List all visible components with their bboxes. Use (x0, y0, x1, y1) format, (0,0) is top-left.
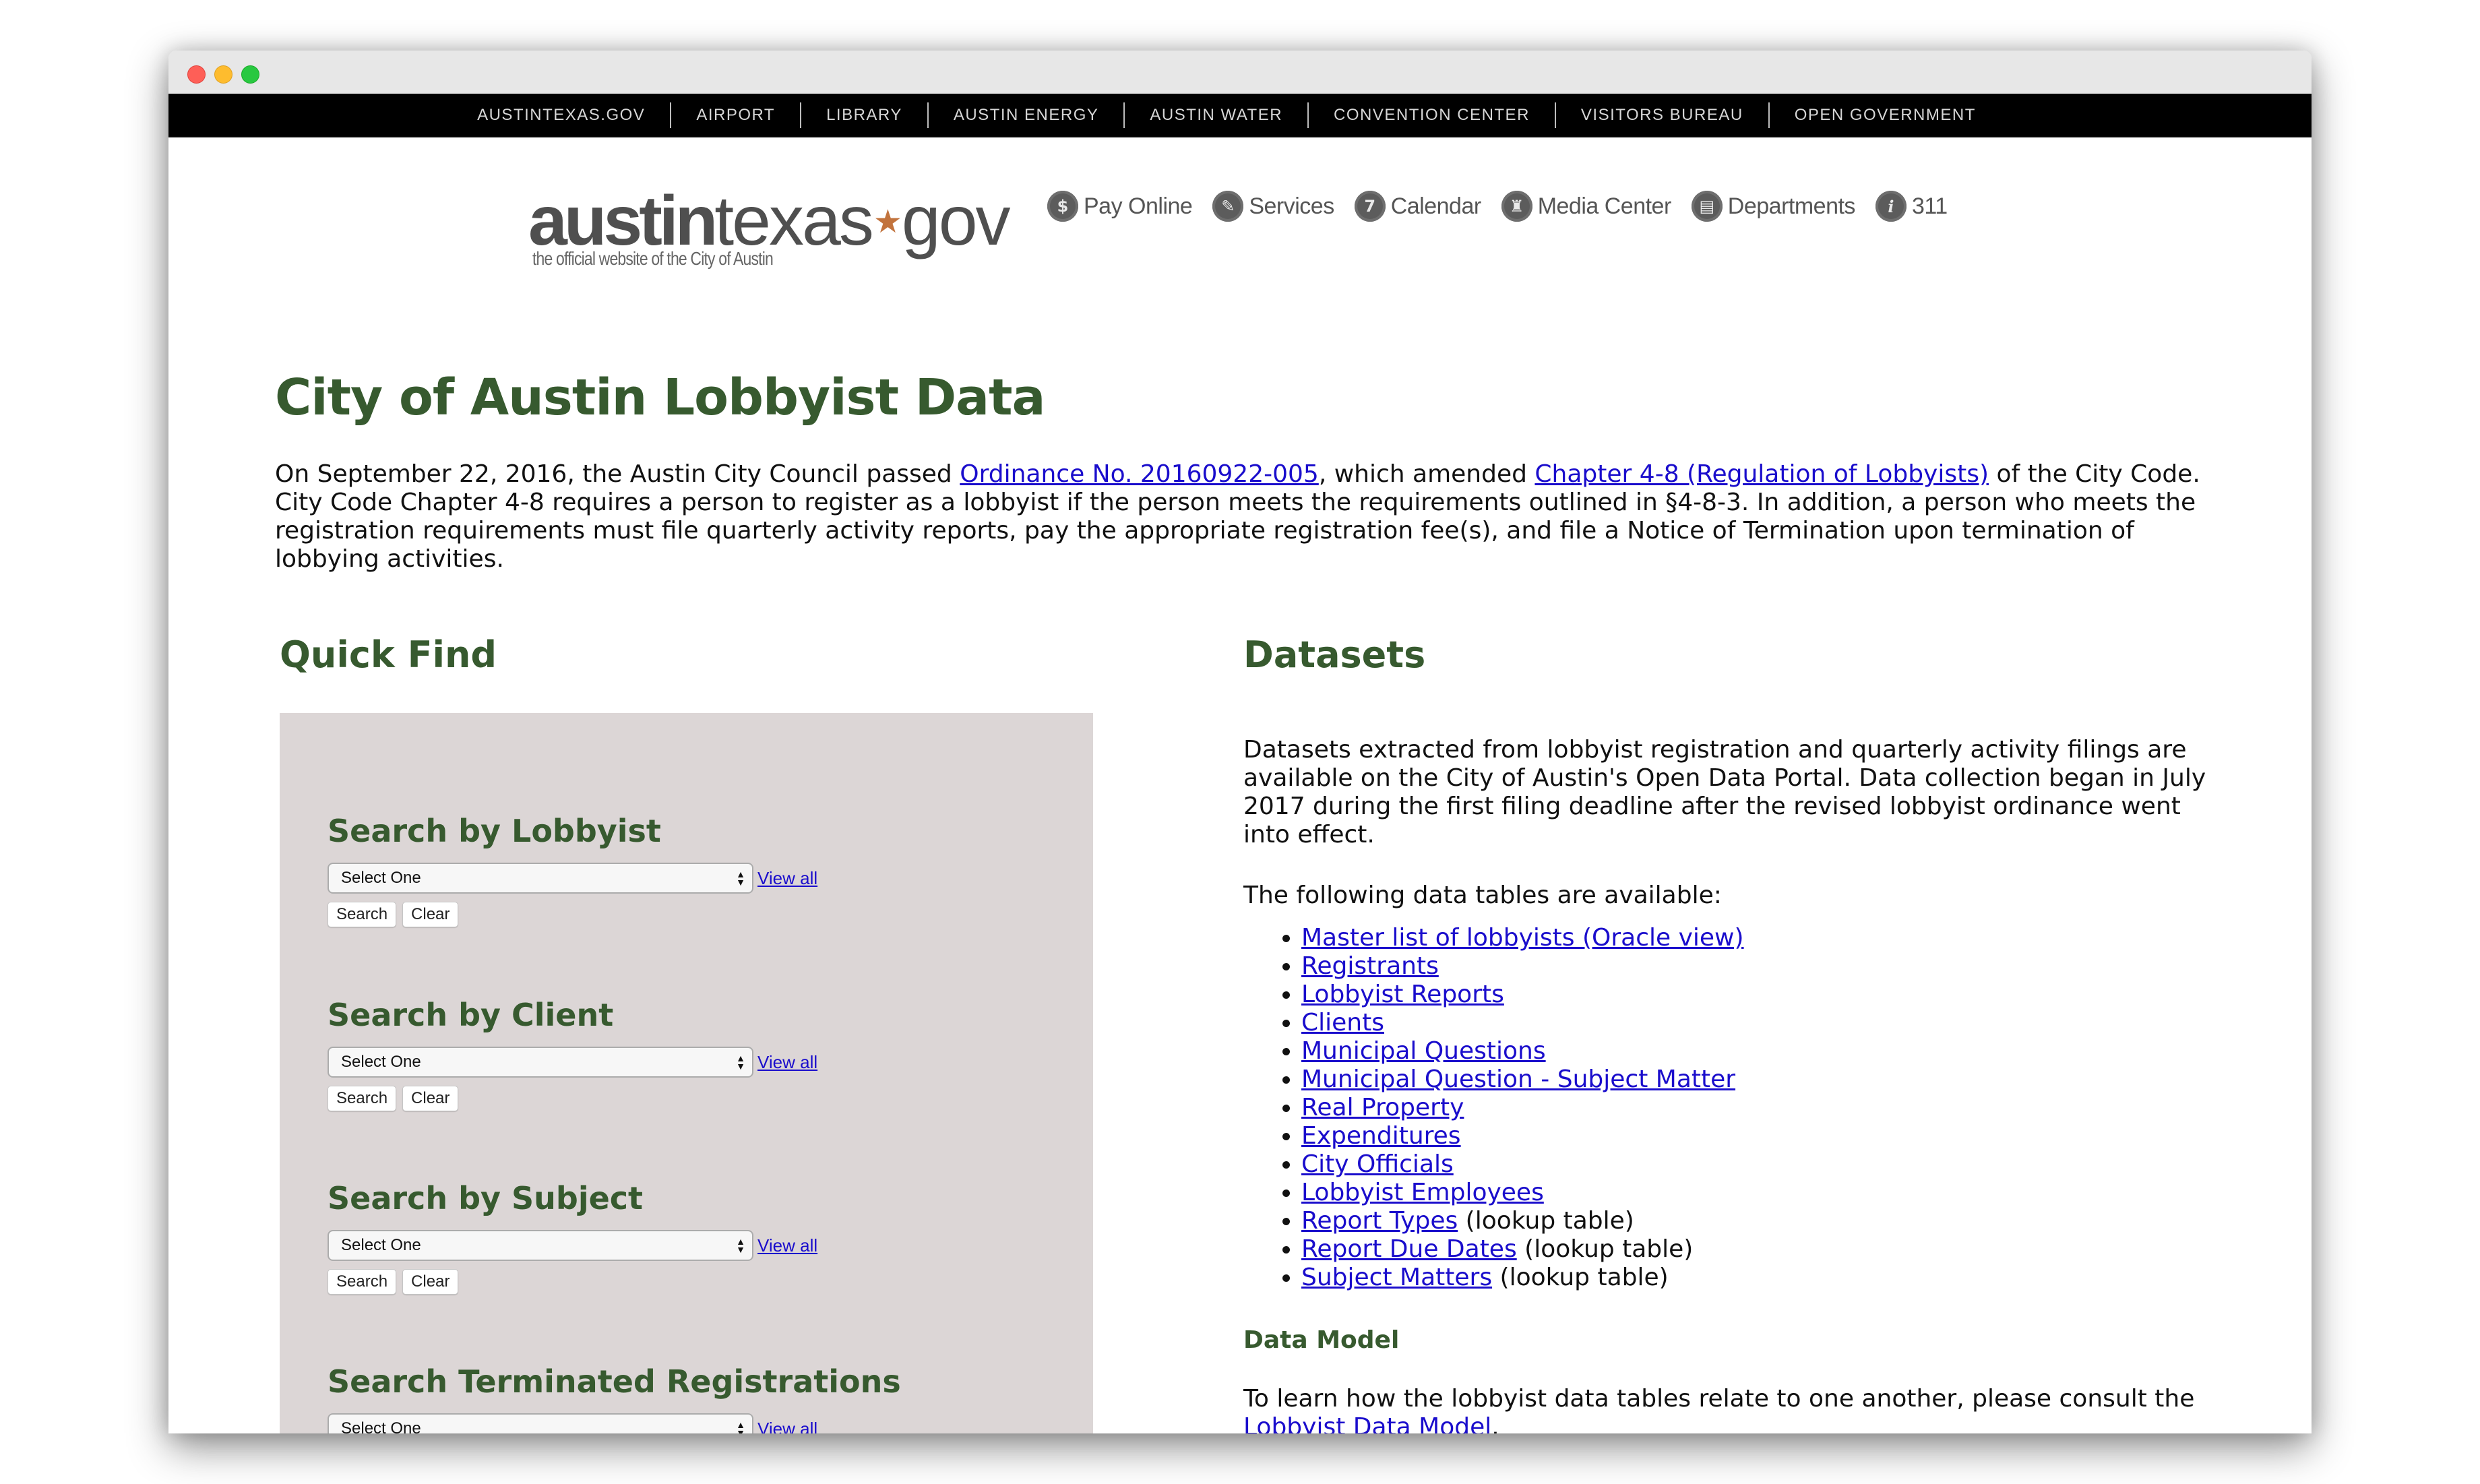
client-search-button[interactable]: Search (328, 1086, 397, 1111)
dataset-link-report-types[interactable]: Report Types (1301, 1207, 1458, 1235)
dataset-link-lobbyist-reports[interactable]: Lobbyist Reports (1301, 981, 1504, 1008)
subject-clear-button[interactable]: Clear (402, 1269, 459, 1295)
search-by-lobbyist-heading: Search by Lobbyist (328, 813, 661, 849)
lobbyist-search-button[interactable]: Search (328, 902, 397, 927)
quick-find-heading: Quick Find (280, 633, 497, 676)
subject-view-all-link[interactable]: View all (757, 1235, 817, 1256)
select-value: Select One (341, 1053, 421, 1071)
search-terminated-heading: Search Terminated Registrations (328, 1363, 901, 1400)
intro-paragraph: On September 22, 2016, the Austin City C… (275, 460, 2216, 574)
search-terminated-registrations: Search Terminated Registrations Select O… (328, 1363, 901, 1433)
data-model-suffix: . (1491, 1413, 1499, 1433)
client-select[interactable]: Select One ▲ ▼ (328, 1047, 753, 1078)
data-model-text: To learn how the lobbyist data tables re… (1243, 1385, 2195, 1413)
client-clear-button[interactable]: Clear (402, 1086, 459, 1111)
select-arrows-icon: ▲ ▼ (736, 1053, 745, 1072)
terminated-view-all-link[interactable]: View all (757, 1419, 817, 1434)
quick-find-panel: Search by Lobbyist Select One ▲ ▼ View al… (280, 713, 1093, 1433)
page-title: City of Austin Lobbyist Data (275, 369, 1045, 427)
subject-search-button[interactable]: Search (328, 1269, 397, 1295)
search-by-client-heading: Search by Client (328, 997, 614, 1033)
dataset-note: (lookup table) (1516, 1235, 1694, 1263)
lobbyist-select[interactable]: Select One ▲ ▼ (328, 863, 753, 894)
dataset-link-master-list[interactable]: Master list of lobbyists (Oracle view) (1301, 924, 1744, 952)
chapter-4-8-link[interactable]: Chapter 4-8 (Regulation of Lobbyists) (1534, 460, 1989, 488)
dataset-link-lobbyist-employees[interactable]: Lobbyist Employees (1301, 1179, 1544, 1206)
dataset-link-subject-matters[interactable]: Subject Matters (1301, 1264, 1492, 1291)
intro-text: On September 22, 2016, the Austin City C… (275, 460, 960, 488)
list-item: Report Types (lookup table) (1301, 1207, 1744, 1235)
list-item: Subject Matters (lookup table) (1301, 1264, 1744, 1292)
list-item: City Officials (1301, 1150, 1744, 1179)
subject-select[interactable]: Select One ▲ ▼ (328, 1230, 753, 1261)
main-content: City of Austin Lobbyist Data On Septembe… (168, 51, 2312, 1433)
search-by-subject: Search by Subject Select One ▲ ▼ View all… (328, 1180, 817, 1295)
list-item: Report Due Dates (lookup table) (1301, 1235, 1744, 1264)
dataset-link-city-officials[interactable]: City Officials (1301, 1150, 1454, 1178)
dataset-link-municipal-questions[interactable]: Municipal Questions (1301, 1037, 1546, 1065)
dataset-note: (lookup table) (1458, 1207, 1634, 1235)
list-item: Lobbyist Reports (1301, 981, 1744, 1009)
terminated-select[interactable]: Select One ▲ ▼ (328, 1413, 753, 1433)
select-value: Select One (341, 1419, 421, 1433)
search-by-lobbyist: Search by Lobbyist Select One ▲ ▼ View al… (328, 813, 817, 927)
list-item: Lobbyist Employees (1301, 1179, 1744, 1207)
ordinance-link[interactable]: Ordinance No. 20160922-005 (960, 460, 1319, 488)
intro-text: , which amended (1318, 460, 1535, 488)
select-arrows-icon: ▲ ▼ (736, 1419, 745, 1433)
dataset-link-real-property[interactable]: Real Property (1301, 1094, 1464, 1121)
dataset-link-report-due-dates[interactable]: Report Due Dates (1301, 1235, 1517, 1263)
search-by-client: Search by Client Select One ▲ ▼ View all … (328, 997, 817, 1111)
datasets-heading: Datasets (1243, 633, 1426, 676)
lobbyist-view-all-link[interactable]: View all (757, 868, 817, 889)
select-arrows-icon: ▲ ▼ (736, 869, 745, 888)
select-value: Select One (341, 1236, 421, 1254)
lobbyist-clear-button[interactable]: Clear (402, 902, 459, 927)
dataset-link-municipal-question-subject[interactable]: Municipal Question - Subject Matter (1301, 1065, 1735, 1093)
datasets-tables-intro: The following data tables are available: (1243, 882, 1722, 909)
search-by-subject-heading: Search by Subject (328, 1180, 644, 1216)
list-item: Clients (1301, 1009, 1744, 1037)
client-view-all-link[interactable]: View all (757, 1052, 817, 1073)
list-item: Municipal Question - Subject Matter (1301, 1065, 1744, 1094)
list-item: Municipal Questions (1301, 1037, 1744, 1065)
list-item: Master list of lobbyists (Oracle view) (1301, 924, 1744, 952)
dataset-link-registrants[interactable]: Registrants (1301, 952, 1439, 980)
list-item: Real Property (1301, 1094, 1744, 1122)
browser-window: AUSTINTEXAS.GOV AIRPORT LIBRARY AUSTIN E… (168, 51, 2312, 1433)
dataset-note: (lookup table) (1492, 1264, 1669, 1291)
dataset-link-clients[interactable]: Clients (1301, 1009, 1384, 1037)
select-arrows-icon: ▲ ▼ (736, 1236, 745, 1255)
data-model-heading: Data Model (1243, 1326, 1400, 1354)
list-item: Registrants (1301, 952, 1744, 981)
lobbyist-data-model-link[interactable]: Lobbyist Data Model (1243, 1413, 1491, 1433)
datasets-description: Datasets extracted from lobbyist registr… (1243, 736, 2206, 848)
list-item: Expenditures (1301, 1122, 1744, 1150)
data-model-paragraph: To learn how the lobbyist data tables re… (1243, 1385, 2207, 1433)
select-value: Select One (341, 869, 421, 887)
dataset-link-expenditures[interactable]: Expenditures (1301, 1122, 1461, 1150)
datasets-list: Master list of lobbyists (Oracle view) R… (1243, 924, 1744, 1292)
